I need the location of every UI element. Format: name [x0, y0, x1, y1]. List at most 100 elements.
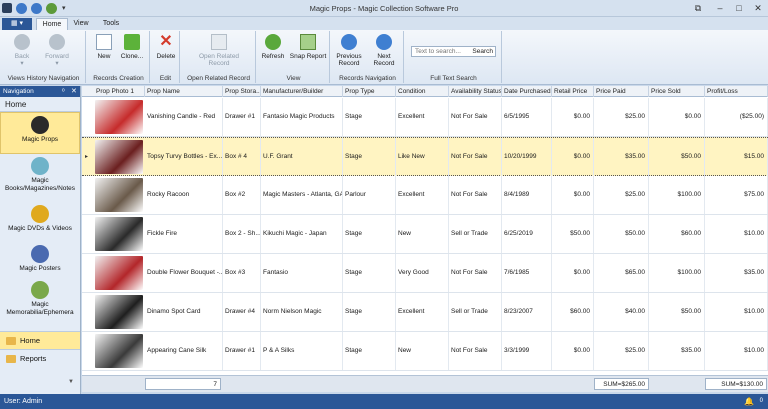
cell-paid[interactable]: $25.00	[594, 98, 649, 136]
file-menu-button[interactable]: ▦ ▾	[2, 18, 32, 30]
cell-type[interactable]: Stage	[343, 293, 396, 331]
cell-paid[interactable]: $50.00	[594, 215, 649, 253]
search-input[interactable]	[412, 47, 468, 56]
cell-date[interactable]: 6/5/1995	[502, 98, 552, 136]
prop-photo[interactable]	[95, 334, 143, 368]
cell-maker[interactable]: Fantasio	[261, 254, 343, 292]
search-button[interactable]: Search	[472, 48, 493, 55]
cell-sold[interactable]: $0.00	[649, 98, 705, 136]
cell-name[interactable]: Appearing Cane Silk	[145, 332, 223, 370]
cell-condition[interactable]: Like New	[396, 138, 449, 176]
column-header[interactable]: Prop Type	[343, 86, 396, 97]
cell-maker[interactable]: P & A Silks	[261, 332, 343, 370]
column-header[interactable]: Price Paid	[594, 86, 649, 97]
tab-tools[interactable]: Tools	[98, 18, 124, 30]
cell-storage[interactable]: Drawer #1	[223, 332, 261, 370]
column-header[interactable]: Condition	[396, 86, 449, 97]
cell-profit[interactable]: ($25.00)	[705, 98, 768, 136]
close-button[interactable]: ✕	[750, 2, 766, 14]
cell-condition[interactable]: Excellent	[396, 98, 449, 136]
delete-button[interactable]: ✕ Delete	[154, 34, 178, 61]
cell-sold[interactable]: $50.00	[649, 293, 705, 331]
close-pane-icon[interactable]: ✕	[71, 86, 77, 97]
cell-profit[interactable]: $75.00	[705, 176, 768, 214]
cell-name[interactable]: Dinamo Spot Card	[145, 293, 223, 331]
new-button[interactable]: New	[94, 34, 114, 60]
cell-name[interactable]: Topsy Turvy Bottles - Ex...	[145, 138, 223, 176]
table-row[interactable]: Dinamo Spot Card Drawer #4 Norm Nielson Ma…	[82, 293, 768, 332]
cell-maker[interactable]: Kikuchi Magic - Japan	[261, 215, 343, 253]
cell-name[interactable]: Vanishing Candle - Red	[145, 98, 223, 136]
column-header[interactable]: Profit/Loss	[705, 86, 768, 97]
nav-button-home[interactable]: Home	[0, 331, 80, 349]
column-header[interactable]: Prop Stora...	[223, 86, 261, 97]
cell-retail[interactable]: $0.00	[552, 138, 594, 176]
table-row[interactable]: Appearing Cane Silk Drawer #1 P & A Silks S…	[82, 332, 768, 371]
restore-icon[interactable]: ⧉	[690, 2, 706, 14]
cell-storage[interactable]: Drawer #4	[223, 293, 261, 331]
cell-profit[interactable]: $10.00	[705, 332, 768, 370]
cell-type[interactable]: Stage	[343, 98, 396, 136]
cell-status[interactable]: Not For Sale	[449, 332, 502, 370]
cell-storage[interactable]: Drawer #1	[223, 98, 261, 136]
cell-date[interactable]: 8/23/2007	[502, 293, 552, 331]
forward-button[interactable]: Forward ▾	[42, 34, 72, 67]
cell-status[interactable]: Sell or Trade	[449, 215, 502, 253]
cell-retail[interactable]: $50.00	[552, 215, 594, 253]
cell-retail[interactable]: $0.00	[552, 254, 594, 292]
bell-icon[interactable]: 🔔	[744, 394, 754, 409]
cell-maker[interactable]: U.F. Grant	[261, 138, 343, 176]
prop-photo[interactable]	[95, 217, 143, 251]
cell-type[interactable]: Stage	[343, 254, 396, 292]
cell-date[interactable]: 7/6/1985	[502, 254, 552, 292]
cell-condition[interactable]: New	[396, 215, 449, 253]
column-header[interactable]: Prop Name	[145, 86, 223, 97]
cell-storage[interactable]: Box #2	[223, 176, 261, 214]
cell-name[interactable]: Fickle Fire	[145, 215, 223, 253]
cell-profit[interactable]: $15.00	[705, 138, 768, 176]
refresh-button[interactable]: Refresh	[260, 34, 286, 60]
cell-condition[interactable]: Excellent	[396, 293, 449, 331]
cell-condition[interactable]: New	[396, 332, 449, 370]
column-header[interactable]: Price Sold	[649, 86, 705, 97]
cell-paid[interactable]: $25.00	[594, 332, 649, 370]
cell-maker[interactable]: Norm Nielson Magic	[261, 293, 343, 331]
column-header[interactable]: Availability Status	[449, 86, 502, 97]
back-button[interactable]: Back ▾	[10, 34, 34, 67]
cell-paid[interactable]: $40.00	[594, 293, 649, 331]
tab-view[interactable]: View	[70, 18, 92, 30]
cell-condition[interactable]: Very Good	[396, 254, 449, 292]
column-header[interactable]: Prop Photo 1	[94, 86, 145, 97]
open-related-record-button[interactable]: Open Related Record	[196, 34, 242, 67]
cell-status[interactable]: Sell or Trade	[449, 293, 502, 331]
snap-report-button[interactable]: Snap Report	[288, 34, 328, 60]
cell-status[interactable]: Not For Sale	[449, 254, 502, 292]
prop-photo[interactable]	[95, 140, 143, 174]
nav-item-magic-dvds[interactable]: Magic DVDs & Videos	[0, 202, 80, 242]
cell-status[interactable]: Not For Sale	[449, 138, 502, 176]
cell-paid[interactable]: $65.00	[594, 254, 649, 292]
cell-type[interactable]: Stage	[343, 138, 396, 176]
cell-maker[interactable]: Magic Masters - Atlanta, GA	[261, 176, 343, 214]
cell-condition[interactable]: Excellent	[396, 176, 449, 214]
previous-record-button[interactable]: Previous Record	[334, 34, 364, 67]
cell-retail[interactable]: $0.00	[552, 98, 594, 136]
cell-retail[interactable]: $0.00	[552, 176, 594, 214]
chevron-down-icon[interactable]: ▼	[68, 379, 74, 385]
cell-paid[interactable]: $35.00	[594, 138, 649, 176]
nav-button-reports[interactable]: Reports	[0, 349, 80, 367]
cell-storage[interactable]: Box #3	[223, 254, 261, 292]
cell-retail[interactable]: $0.00	[552, 332, 594, 370]
cell-sold[interactable]: $50.00	[649, 138, 705, 176]
cell-retail[interactable]: $60.00	[552, 293, 594, 331]
column-header[interactable]: Retail Price	[552, 86, 594, 97]
cell-profit[interactable]: $10.00	[705, 293, 768, 331]
column-header[interactable]: Date Purchased	[502, 86, 552, 97]
table-row[interactable]: ▸ Topsy Turvy Bottles - Ex... Box # 4 U.F. …	[82, 137, 768, 176]
clone-button[interactable]: Clone...	[120, 34, 144, 60]
table-row[interactable]: Fickle Fire Box 2 - Sh... Kikuchi Magic - …	[82, 215, 768, 254]
cell-profit[interactable]: $35.00	[705, 254, 768, 292]
cell-status[interactable]: Not For Sale	[449, 176, 502, 214]
maximize-button[interactable]: □	[731, 2, 747, 14]
cell-sold[interactable]: $60.00	[649, 215, 705, 253]
